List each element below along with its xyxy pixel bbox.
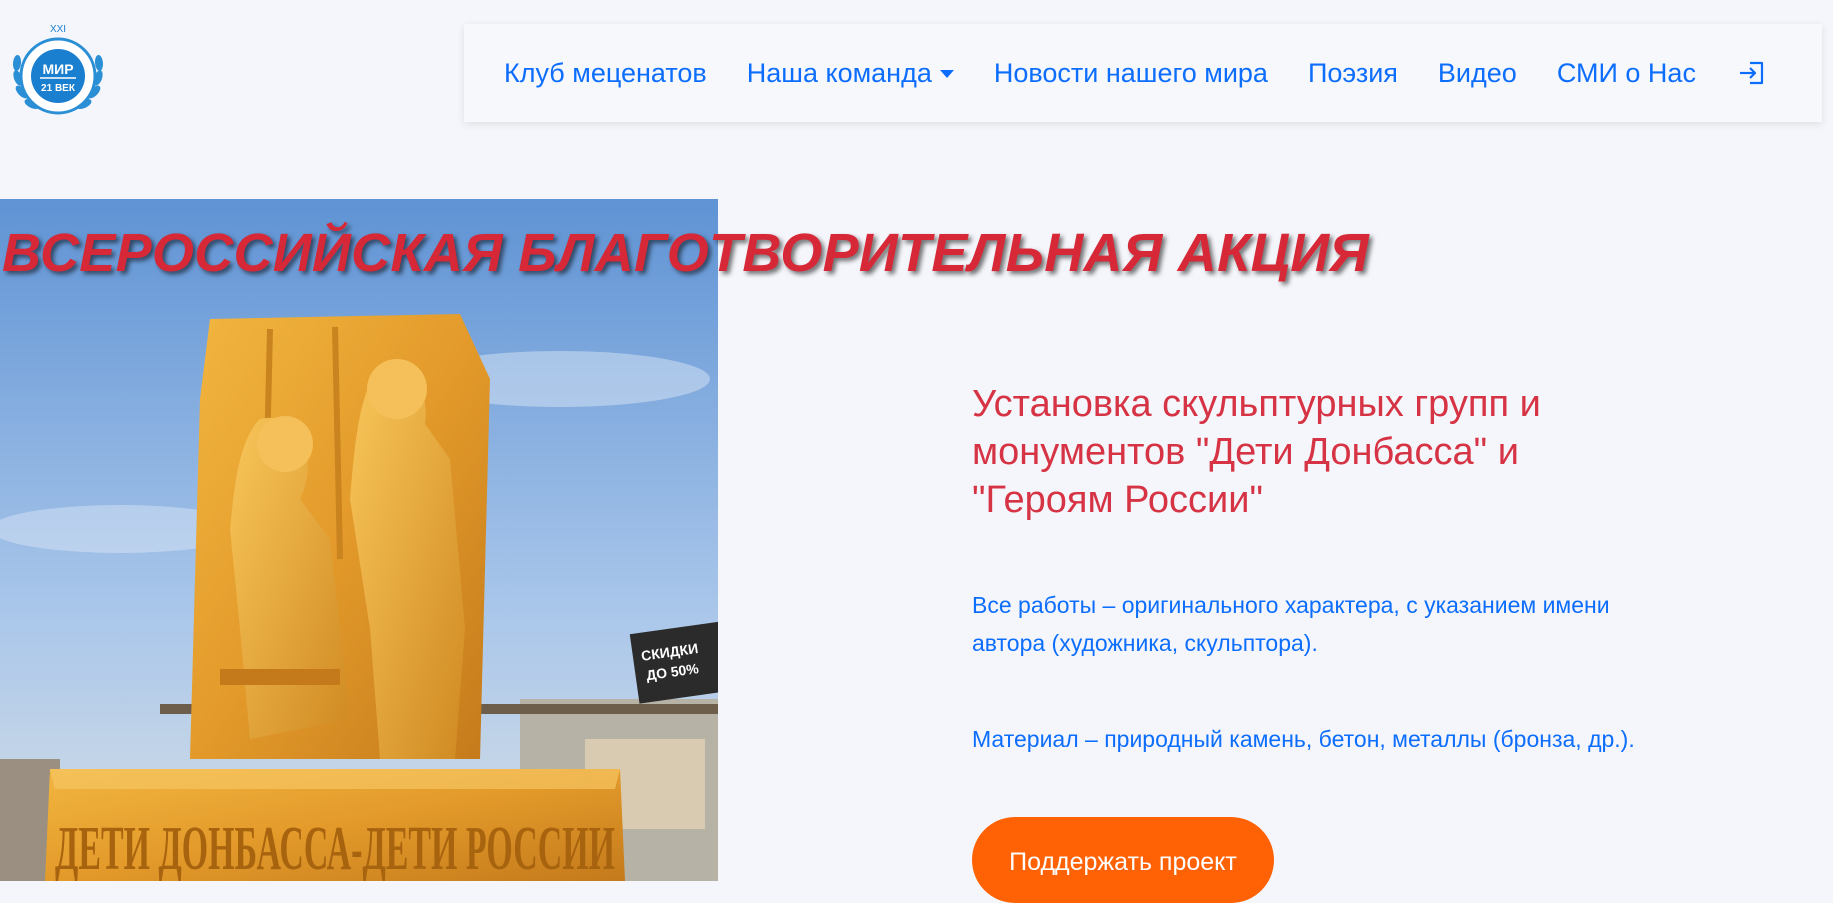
nav-item-patrons-club[interactable]: Клуб меценатов <box>504 58 707 89</box>
billboard: СКИДКИ ДО 50% <box>629 621 718 704</box>
nav-item-poetry[interactable]: Поэзия <box>1308 58 1398 89</box>
caret-down-icon <box>939 70 954 78</box>
monument-illustration: СКИДКИ ДО 50% ДЕТИ ДОНБАССА-ДЕТИ РОССИИ <box>0 199 718 881</box>
support-project-button[interactable]: Поддержать проект <box>972 817 1274 903</box>
nav-item-video[interactable]: Видео <box>1438 58 1517 89</box>
svg-text:ДЕТИ ДОНБАССА-ДЕТИ РОССИИ: ДЕТИ ДОНБАССА-ДЕТИ РОССИИ <box>55 815 615 881</box>
svg-text:МИР: МИР <box>42 61 73 77</box>
hero-paragraph-material: Материал – природный камень, бетон, мета… <box>972 726 1635 752</box>
hero-headline: Установка скульптурных групп и монументо… <box>972 383 1541 521</box>
login-icon[interactable] <box>1736 57 1768 89</box>
main-navbar: Клуб меценатов Наша команда Новости наше… <box>464 24 1822 122</box>
hero-paragraph-authorship: Все работы – оригинального характера, с … <box>972 592 1610 656</box>
campaign-banner: ВСЕРОССИЙСКАЯ БЛАГОТВОРИТЕЛЬНАЯ АКЦИЯ <box>2 223 1370 283</box>
site-logo[interactable]: XXI МИР 21 ВЕК <box>6 18 110 122</box>
nav-item-label: СМИ о Нас <box>1556 57 1696 88</box>
hero-content: Установка скульптурных групп и монументо… <box>972 380 1692 758</box>
nav-item-label: Наша команда <box>746 57 932 88</box>
nav-item-our-team-dropdown[interactable]: Наша команда <box>747 58 954 89</box>
nav-item-label: Новости нашего мира <box>993 57 1268 88</box>
nav-item-media-about-us[interactable]: СМИ о Нас <box>1557 58 1696 89</box>
nav-item-label: Поэзия <box>1307 57 1398 88</box>
svg-text:21 ВЕК: 21 ВЕК <box>41 83 76 94</box>
monument-photo: СКИДКИ ДО 50% ДЕТИ ДОНБАССА-ДЕТИ РОССИИ <box>0 199 718 881</box>
nav-item-world-news[interactable]: Новости нашего мира <box>994 58 1268 89</box>
nav-item-label: Клуб меценатов <box>504 57 707 88</box>
logo-emblem: XXI МИР 21 ВЕК <box>12 24 104 115</box>
svg-text:XXI: XXI <box>50 24 66 35</box>
nav-item-label: Видео <box>1437 57 1517 88</box>
